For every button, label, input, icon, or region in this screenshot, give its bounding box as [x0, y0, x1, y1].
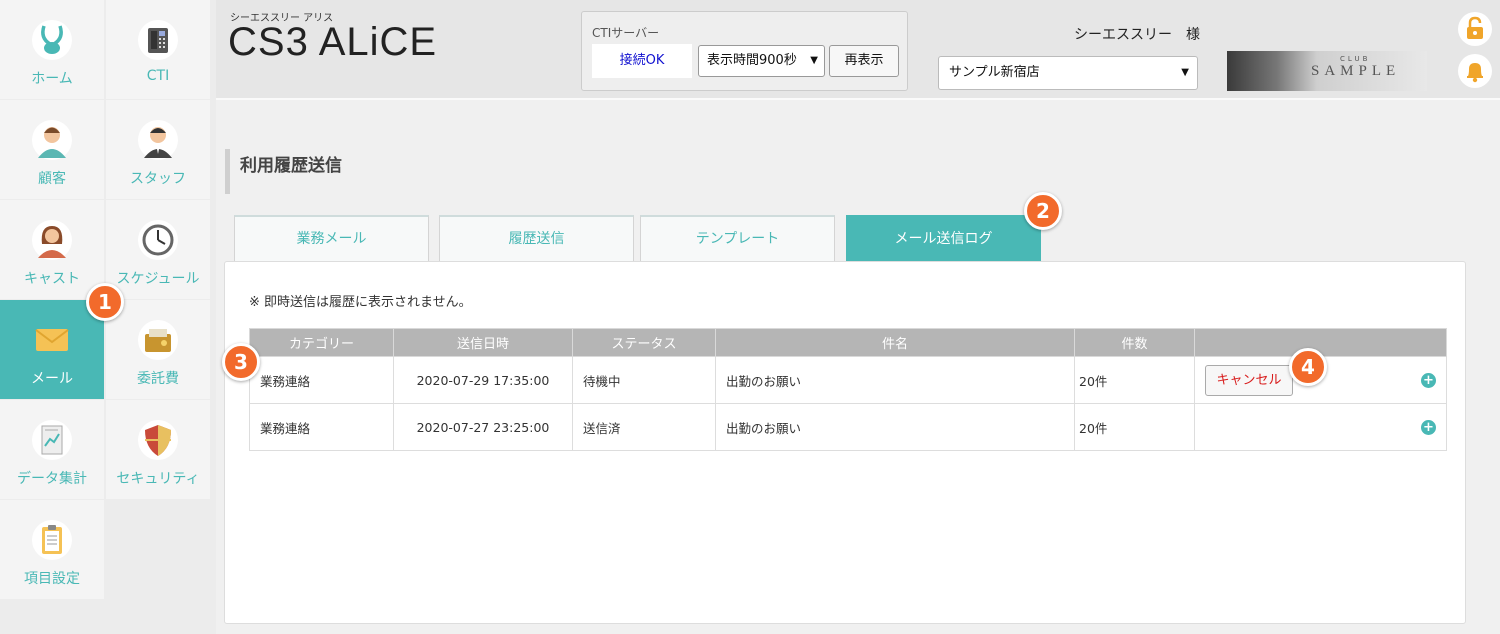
sidebar-item-cast[interactable]: キャスト — [0, 200, 104, 299]
page-title: 利用履歴送信 — [225, 149, 342, 194]
sidebar-item-mail[interactable]: メール — [0, 300, 104, 399]
sidebar-item-label: スタッフ — [130, 171, 186, 187]
column-header-datetime: 送信日時 — [393, 328, 573, 357]
sidebar-item-commission[interactable]: 委託費 — [106, 300, 210, 399]
sidebar-item-label: メール — [31, 371, 73, 387]
shop-select[interactable]: サンプル新宿店 ▼ — [938, 56, 1198, 90]
column-header-status: ステータス — [572, 328, 716, 357]
column-header-count: 件数 — [1074, 328, 1195, 357]
shop-select-value: サンプル新宿店 — [949, 65, 1040, 80]
table-row: 業務連絡 2020-07-27 23:25:00 送信済 出勤のお願い 20件 … — [249, 403, 1447, 451]
sidebar-item-staff[interactable]: スタッフ — [106, 100, 210, 199]
table-header-row: カテゴリー 送信日時 ステータス 件名 件数 — [249, 328, 1447, 357]
unlock-icon[interactable] — [1458, 12, 1492, 46]
tab-business-mail[interactable]: 業務メール — [234, 215, 429, 262]
cell-category: 業務連絡 — [249, 356, 394, 404]
shield-icon — [138, 420, 178, 460]
sidebar-item-customer[interactable]: 顧客 — [0, 100, 104, 199]
cell-status: 待機中 — [572, 356, 716, 404]
brand-title: CS3 ALiCE — [228, 20, 438, 64]
cti-panel: CTIサーバー 接続OK 表示時間900秒 ▼ 再表示 — [581, 11, 908, 91]
callout-badge-1: 1 — [86, 283, 124, 321]
sidebar-item-settings[interactable]: 項目設定 — [0, 500, 104, 599]
user-name: シーエススリー 様 — [1074, 27, 1200, 43]
refresh-button[interactable]: 再表示 — [829, 45, 899, 77]
sidebar-item-label: CTI — [146, 68, 170, 84]
callout-badge-2: 2 — [1024, 192, 1062, 230]
column-header-category: カテゴリー — [249, 328, 394, 357]
sidebar-item-label: セキュリティ — [116, 471, 200, 487]
cell-category: 業務連絡 — [249, 403, 394, 451]
cell-action: + — [1194, 403, 1447, 451]
cell-subject: 出勤のお願い — [715, 403, 1075, 451]
banner-name: SAMPLE — [1311, 63, 1401, 79]
display-time-value: 表示時間900秒 — [707, 53, 797, 68]
callout-badge-4: 4 — [1289, 348, 1327, 386]
staff-icon — [138, 120, 178, 160]
expand-plus-icon[interactable]: + — [1421, 420, 1436, 435]
cancel-button[interactable]: キャンセル — [1205, 364, 1293, 396]
expand-plus-icon[interactable]: + — [1421, 373, 1436, 388]
chevron-down-icon: ▼ — [810, 55, 818, 66]
tab-mail-send-log[interactable]: メール送信ログ — [846, 215, 1041, 262]
bell-icon[interactable] — [1458, 54, 1492, 88]
sidebar-item-home[interactable]: ホーム — [0, 0, 104, 99]
report-icon — [32, 420, 72, 460]
notice-text: ※ 即時送信は履歴に表示されません。 — [249, 295, 472, 310]
cell-count: 20件 — [1074, 356, 1195, 404]
cell-datetime: 2020-07-27 23:25:00 — [393, 403, 573, 451]
sidebar-item-label: ホーム — [31, 71, 73, 87]
sidebar-item-label: 顧客 — [38, 171, 66, 187]
clipboard-icon — [32, 520, 72, 560]
tab-history-send[interactable]: 履歴送信 — [439, 215, 634, 262]
display-time-select[interactable]: 表示時間900秒 ▼ — [698, 45, 825, 77]
sidebar-item-label: 委託費 — [137, 371, 179, 387]
cell-datetime: 2020-07-29 17:35:00 — [393, 356, 573, 404]
sidebar-item-label: データ集計 — [17, 471, 87, 487]
rabbit-icon — [32, 20, 72, 60]
sidebar-item-cti[interactable]: CTI — [106, 0, 210, 99]
phone-icon — [138, 20, 178, 60]
sidebar-item-data[interactable]: データ集計 — [0, 400, 104, 499]
sidebar-item-label: キャスト — [24, 271, 80, 287]
chevron-down-icon: ▼ — [1181, 67, 1189, 78]
envelope-icon — [32, 320, 72, 360]
cast-icon — [32, 220, 72, 260]
cell-subject: 出勤のお願い — [715, 356, 1075, 404]
sidebar-item-label: スケジュール — [116, 271, 200, 287]
header: シーエススリー アリス CS3 ALiCE CTIサーバー 接続OK 表示時間9… — [216, 0, 1500, 100]
tab-template[interactable]: テンプレート — [640, 215, 835, 262]
banner-club: CLUB — [1340, 55, 1371, 63]
mail-log-table: カテゴリー 送信日時 ステータス 件名 件数 業務連絡 2020-07-29 1… — [249, 328, 1447, 451]
cell-status: 送信済 — [572, 403, 716, 451]
shop-banner: CLUB SAMPLE — [1227, 51, 1427, 91]
cell-count: 20件 — [1074, 403, 1195, 451]
sidebar-item-security[interactable]: セキュリティ — [106, 400, 210, 499]
cti-status: 接続OK — [592, 44, 692, 78]
cti-title: CTIサーバー — [592, 26, 660, 40]
clock-icon — [138, 220, 178, 260]
callout-badge-3: 3 — [222, 343, 260, 381]
sidebar-item-schedule[interactable]: スケジュール — [106, 200, 210, 299]
customer-icon — [32, 120, 72, 160]
sidebar-item-label: 項目設定 — [24, 571, 80, 587]
content-panel: ※ 即時送信は履歴に表示されません。 カテゴリー 送信日時 ステータス 件名 件… — [224, 261, 1466, 624]
column-header-subject: 件名 — [715, 328, 1075, 357]
wallet-icon — [138, 320, 178, 360]
table-row: 業務連絡 2020-07-29 17:35:00 待機中 出勤のお願い 20件 … — [249, 356, 1447, 404]
